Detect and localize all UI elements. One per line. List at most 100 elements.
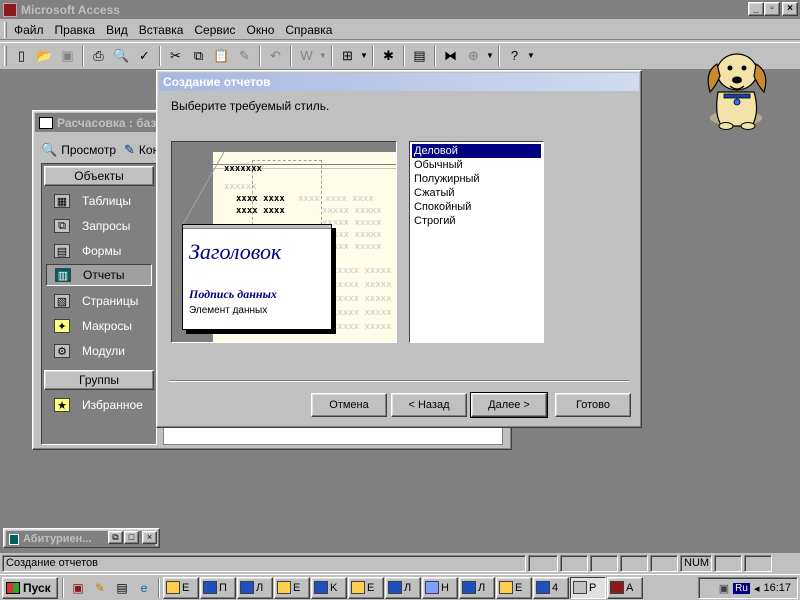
properties-icon[interactable]: ▤	[408, 45, 431, 67]
save-icon[interactable]: ▣	[56, 45, 79, 67]
object-list[interactable]	[163, 425, 503, 445]
objects-header[interactable]: Объекты	[44, 166, 154, 186]
tray-volume-icon[interactable]: ◂	[754, 582, 760, 595]
report-wizard-title-bar[interactable]: Создание отчетов	[159, 73, 639, 91]
task-explorer[interactable]: H	[422, 576, 458, 599]
task-word-3[interactable]: K	[311, 576, 347, 599]
preview-row-placeholder: xxxx xxxx xxxx	[298, 194, 374, 204]
task-folder-2[interactable]: E	[274, 576, 310, 599]
format-painter-icon[interactable]: ✎	[233, 45, 256, 67]
finish-button[interactable]: Готово	[555, 393, 631, 417]
app-title-bar[interactable]: Microsoft Access _ ▫ ×	[0, 0, 800, 19]
analyze-dropdown-icon[interactable]: ▼	[359, 45, 369, 67]
maximize-button[interactable]: □	[124, 531, 139, 544]
menu-tools[interactable]: Сервис	[189, 21, 241, 39]
form-icon	[9, 533, 19, 545]
style-option-normal[interactable]: Обычный	[412, 158, 541, 172]
language-indicator[interactable]: Ru	[733, 582, 750, 594]
task-report-window[interactable]: P	[570, 576, 606, 599]
design-icon[interactable]: ✎	[124, 142, 135, 158]
style-listbox[interactable]: Деловой Обычный Полужирный Сжатый Спокой…	[409, 141, 544, 343]
paste-icon[interactable]: 📋	[210, 45, 233, 67]
start-button[interactable]: Пуск	[2, 576, 58, 599]
object-forms[interactable]: ▤ Формы	[46, 240, 152, 262]
object-reports[interactable]: ▥ Отчеты	[46, 264, 152, 286]
restore-button[interactable]: ⧉	[108, 531, 123, 544]
preview-button[interactable]: Просмотр	[61, 143, 116, 157]
relationships-icon[interactable]: ⧓	[439, 45, 462, 67]
analyze-icon[interactable]: ⊞	[336, 45, 359, 67]
restore-button[interactable]: ▫	[764, 2, 780, 16]
code-icon[interactable]: ✱	[377, 45, 400, 67]
object-pages[interactable]: ▧ Страницы	[46, 290, 152, 312]
status-num: NUM	[680, 554, 712, 572]
style-option-bold[interactable]: Полужирный	[412, 172, 541, 186]
object-tables[interactable]: ▦ Таблицы	[46, 190, 152, 212]
report-wizard-dialog[interactable]: Создание отчетов Выберите требуемый стил…	[156, 70, 642, 428]
office-assistant-dog-icon[interactable]	[700, 42, 774, 132]
close-button[interactable]: ×	[142, 531, 157, 544]
task-access[interactable]: A	[607, 576, 643, 599]
task-word-2[interactable]: Л	[237, 576, 273, 599]
undo-icon[interactable]: ↶	[264, 45, 287, 67]
style-option-compact[interactable]: Сжатый	[412, 186, 541, 200]
task-label: E	[182, 581, 190, 594]
menu-help[interactable]: Справка	[280, 21, 338, 39]
style-option-business[interactable]: Деловой	[412, 144, 541, 158]
cancel-button[interactable]: Отмена	[311, 393, 387, 417]
menu-insert[interactable]: Вставка	[134, 21, 190, 39]
menu-file[interactable]: Файл	[9, 21, 50, 39]
open-icon[interactable]: 📂	[33, 45, 56, 67]
toolbar-grip[interactable]	[4, 45, 7, 66]
preview-field-placeholder-1: xxxx xxxx	[236, 194, 285, 204]
task-word-6[interactable]: 4	[533, 576, 569, 599]
access-app-icon[interactable]	[3, 2, 17, 17]
folder-icon	[351, 581, 365, 594]
task-folder-3[interactable]: E	[348, 576, 384, 599]
back-button[interactable]: < Назад	[391, 393, 467, 417]
quicklaunch-pen-icon[interactable]: ✎	[91, 578, 109, 598]
quicklaunch-ie-icon[interactable]: e	[135, 578, 153, 598]
menu-grip[interactable]	[4, 21, 7, 38]
minimized-window[interactable]: Абитуриен... ⧉ □ ×	[3, 528, 160, 548]
new-object-dropdown-icon[interactable]: ▼	[485, 45, 495, 67]
task-word-4[interactable]: Л	[385, 576, 421, 599]
style-option-casual[interactable]: Спокойный	[412, 200, 541, 214]
minimize-button[interactable]: _	[748, 2, 764, 16]
cut-icon[interactable]: ✂	[164, 45, 187, 67]
quicklaunch-desktop-icon[interactable]: ▤	[113, 578, 131, 598]
task-label: E	[515, 581, 523, 594]
task-word-1[interactable]: П	[200, 576, 236, 599]
close-button[interactable]: ×	[782, 2, 798, 16]
menu-view[interactable]: Вид	[101, 21, 134, 39]
object-macros[interactable]: ✦ Макросы	[46, 315, 152, 337]
task-word-5[interactable]: Л	[459, 576, 495, 599]
spelling-icon[interactable]: ✓	[133, 45, 156, 67]
help-icon[interactable]: ?	[503, 45, 526, 67]
office-links-dropdown-icon[interactable]: ▼	[318, 45, 328, 67]
office-links-icon[interactable]: W	[295, 45, 318, 67]
task-folder-1[interactable]: E	[163, 576, 199, 599]
group-favorites[interactable]: ★ Избранное	[46, 394, 152, 416]
wizard-separator	[169, 380, 629, 382]
new-object-icon[interactable]: ⊕	[462, 45, 485, 67]
object-modules[interactable]: ⚙ Модули	[46, 340, 152, 362]
style-option-formal[interactable]: Строгий	[412, 214, 541, 228]
quicklaunch-access-icon[interactable]: ▣	[69, 578, 87, 598]
menu-window[interactable]: Окно	[241, 21, 280, 39]
new-icon[interactable]: ▯	[10, 45, 33, 67]
groups-header[interactable]: Группы	[44, 370, 154, 390]
menu-edit[interactable]: Правка	[50, 21, 102, 39]
help-dropdown-icon[interactable]: ▼	[526, 45, 536, 67]
clock[interactable]: 16:17	[763, 582, 791, 594]
preview-icon[interactable]: 🔍	[41, 142, 57, 158]
tray-app-icon[interactable]: ▣	[719, 582, 729, 595]
print-icon[interactable]: ⎙	[87, 45, 110, 67]
task-folder-4[interactable]: E	[496, 576, 532, 599]
next-button[interactable]: Далее >	[470, 392, 548, 418]
copy-icon[interactable]: ⧉	[187, 45, 210, 67]
status-indicator-1	[528, 554, 558, 572]
preview-col-placeholder-9: xxxxx xxxxx	[332, 322, 392, 332]
preview-icon[interactable]: 🔍	[110, 45, 133, 67]
object-queries[interactable]: ⧉ Запросы	[46, 215, 152, 237]
